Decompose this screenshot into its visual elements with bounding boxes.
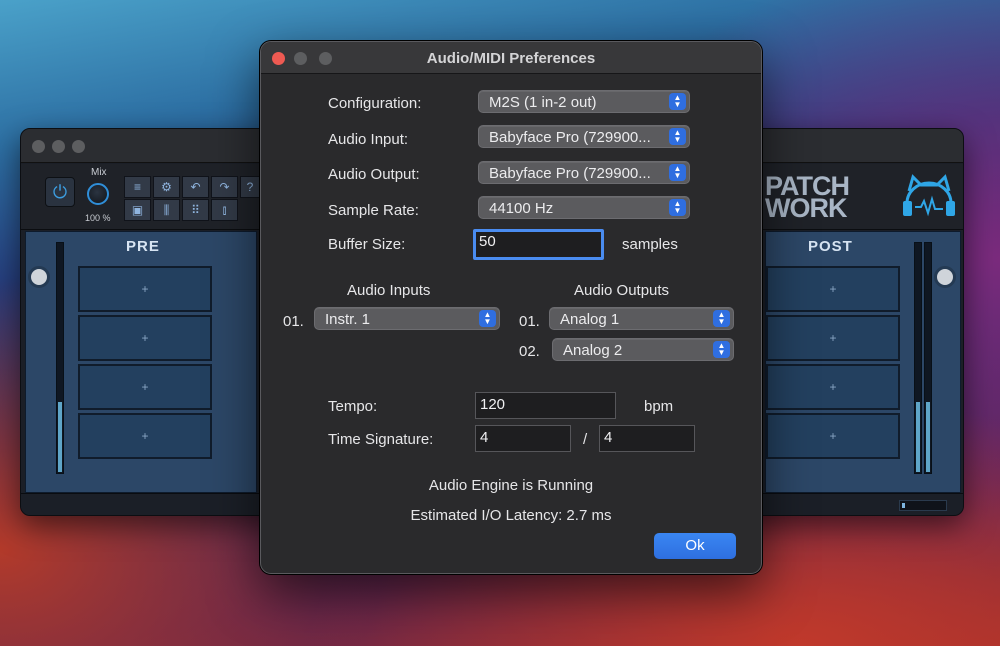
power-icon: ⏻ — [52, 182, 68, 202]
plugin-minimize-button[interactable] — [52, 140, 65, 153]
audio-output-select[interactable]: Babyface Pro (729900... ▲ ▼ — [478, 161, 690, 184]
output-index-1: 01. — [519, 313, 540, 330]
post-level-meter-right — [924, 242, 932, 474]
plugin-close-button[interactable] — [32, 140, 45, 153]
buffer-size-label: Buffer Size: — [328, 236, 406, 253]
list-icon[interactable]: ≡ — [124, 176, 151, 198]
chevron-updown-icon: ▲ ▼ — [669, 164, 686, 181]
mix-label: Mix — [91, 167, 107, 178]
time-signature-denominator-input[interactable]: 4 — [599, 425, 695, 452]
split-icon[interactable]: ⫼ — [153, 199, 180, 221]
output-channel-2-select[interactable]: Analog 2 ▲ ▼ — [552, 338, 734, 361]
pre-level-meter — [56, 242, 64, 474]
patchwork-logo: PATCH WORK — [765, 171, 850, 223]
grid-icon[interactable]: ⠿ — [182, 199, 209, 221]
audio-input-select[interactable]: Babyface Pro (729900... ▲ ▼ — [478, 125, 690, 148]
pre-slot-1[interactable]: + — [78, 266, 212, 312]
dialog-title: Audio/MIDI Preferences — [426, 50, 596, 67]
pre-gain-knob[interactable] — [28, 266, 50, 288]
gear-icon[interactable]: ⚙ — [153, 176, 180, 198]
post-label: POST — [808, 238, 853, 255]
cat-headphones-logo-icon — [903, 174, 955, 217]
ok-button[interactable]: Ok — [654, 533, 736, 559]
chevron-updown-icon: ▲ ▼ — [669, 128, 686, 145]
output-index-2: 02. — [519, 343, 540, 360]
tempo-label: Tempo: — [328, 398, 378, 415]
chevron-updown-icon: ▲ ▼ — [479, 310, 496, 327]
undo-icon[interactable]: ↶ — [182, 176, 209, 198]
post-panel: POST + + + + — [765, 231, 961, 493]
audio-midi-preferences-dialog: Audio/MIDI Preferences Configuration: M2… — [260, 41, 762, 574]
power-button[interactable]: ⏻ — [45, 177, 75, 207]
cpu-meter — [899, 500, 947, 511]
engine-status-text: Audio Engine is Running — [428, 477, 594, 494]
post-gain-knob[interactable] — [934, 266, 956, 288]
post-slot-3[interactable]: + — [766, 364, 900, 410]
buffer-size-input[interactable]: 50 — [473, 229, 604, 260]
help-icon[interactable]: ? — [240, 176, 260, 198]
buffer-size-unit: samples — [622, 236, 678, 253]
latency-text: Estimated I/O Latency: 2.7 ms — [410, 507, 612, 524]
mix-knob[interactable] — [87, 183, 109, 205]
dialog-titlebar: Audio/MIDI Preferences — [261, 42, 761, 74]
redo-icon[interactable]: ↷ — [211, 176, 238, 198]
mix-value: 100 % — [85, 213, 111, 223]
audio-inputs-header: Audio Inputs — [347, 282, 431, 299]
sample-rate-select[interactable]: 44100 Hz ▲ ▼ — [478, 196, 690, 219]
post-slot-4[interactable]: + — [766, 413, 900, 459]
time-signature-label: Time Signature: — [328, 431, 434, 448]
plugin-zoom-button[interactable] — [72, 140, 85, 153]
post-level-meter-left — [914, 242, 922, 474]
pre-slot-3[interactable]: + — [78, 364, 212, 410]
configuration-label: Configuration: — [328, 95, 422, 112]
input-channel-1-select[interactable]: Instr. 1 ▲ ▼ — [314, 307, 500, 330]
chevron-updown-icon: ▲ ▼ — [669, 93, 686, 110]
tempo-input[interactable]: 120 — [475, 392, 616, 419]
time-signature-numerator-input[interactable]: 4 — [475, 425, 571, 452]
tempo-unit: bpm — [644, 398, 674, 415]
chevron-updown-icon: ▲ ▼ — [713, 310, 730, 327]
pre-label: PRE — [126, 238, 160, 255]
audio-output-label: Audio Output: — [328, 166, 420, 183]
pre-slot-2[interactable]: + — [78, 315, 212, 361]
audio-input-label: Audio Input: — [328, 131, 409, 148]
audio-outputs-header: Audio Outputs — [574, 282, 670, 299]
configuration-select[interactable]: M2S (1 in-2 out) ▲ ▼ — [478, 90, 690, 113]
bars-icon[interactable]: ⫾ — [211, 199, 238, 221]
post-slot-2[interactable]: + — [766, 315, 900, 361]
chevron-updown-icon: ▲ ▼ — [669, 199, 686, 216]
chevron-updown-icon: ▲ ▼ — [713, 341, 730, 358]
input-index-1: 01. — [283, 313, 304, 330]
sample-rate-label: Sample Rate: — [328, 202, 419, 219]
time-signature-separator: / — [583, 431, 588, 448]
pre-panel: PRE + + + + — [25, 231, 257, 493]
pre-slot-4[interactable]: + — [78, 413, 212, 459]
preset-icon[interactable]: ▣ — [124, 199, 151, 221]
output-channel-1-select[interactable]: Analog 1 ▲ ▼ — [549, 307, 734, 330]
post-slot-1[interactable]: + — [766, 266, 900, 312]
